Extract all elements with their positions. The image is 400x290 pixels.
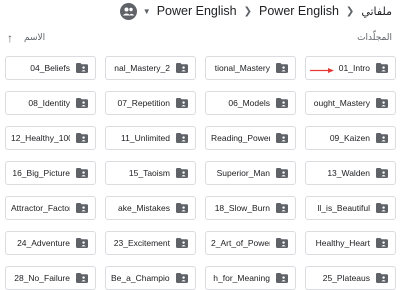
folder-name: 07_Repetition xyxy=(117,98,170,108)
shared-folder-icon xyxy=(376,98,388,108)
folder-name: ll_is_Beautiful xyxy=(317,203,370,213)
shared-folder-icon xyxy=(276,273,288,283)
shared-folder-icon xyxy=(76,168,88,178)
shared-folder-icon xyxy=(376,168,388,178)
breadcrumb: ملفاتي ❮ Power English ❮ Power English ▼ xyxy=(0,0,400,22)
shared-folder-icon xyxy=(76,133,88,143)
shared-folder-icon xyxy=(276,238,288,248)
shared-folder-icon xyxy=(376,133,388,143)
sort-arrow-icon[interactable]: ↑ xyxy=(7,31,13,45)
folder-name: 12_Healthy_100 xyxy=(11,133,70,143)
shared-folder-icon xyxy=(76,238,88,248)
folders-section-header: ↑ الاسم المجلّدات xyxy=(0,28,400,48)
folder-card[interactable]: 16_Big_Picture xyxy=(5,161,96,185)
folder-card[interactable]: 01_Intro xyxy=(305,56,396,80)
shared-folder-icon xyxy=(76,203,88,213)
folder-name: 04_Beliefs xyxy=(30,63,70,73)
breadcrumb-item-parent[interactable]: Power English xyxy=(257,4,341,18)
shared-folder-icon xyxy=(76,63,88,73)
folder-grid: 04_Beliefs nal_Mastery_2 tional_Mastery 01_… xyxy=(5,56,397,290)
folder-name: nal_Mastery_2 xyxy=(114,63,170,73)
folder-name: 2_Art_of_Power xyxy=(211,238,270,248)
folder-name: 09_Kaizen xyxy=(329,133,370,143)
shared-folder-icon xyxy=(276,98,288,108)
folder-name: 13_Walden xyxy=(327,168,370,178)
folder-name: 15_Taoism xyxy=(128,168,170,178)
folder-card[interactable]: 25_Plateaus xyxy=(305,266,396,290)
shared-folder-icon xyxy=(176,98,188,108)
folder-name: ake_Mistakes xyxy=(118,203,170,213)
shared-folder-icon xyxy=(176,238,188,248)
folder-card[interactable]: 08_Identity xyxy=(5,91,96,115)
folder-name: 18_Slow_Burn xyxy=(214,203,270,213)
shared-folder-icon xyxy=(176,133,188,143)
folder-name: 24_Adventure xyxy=(17,238,70,248)
folder-card[interactable]: 09_Kaizen xyxy=(305,126,396,150)
folder-name: 08_Identity xyxy=(28,98,70,108)
dropdown-caret-icon[interactable]: ▼ xyxy=(141,7,155,16)
shared-folder-icon xyxy=(176,63,188,73)
shared-folder-icon xyxy=(376,203,388,213)
folder-name: 11_Unlimited xyxy=(121,133,170,143)
folder-name: h_for_Meaning xyxy=(213,273,270,283)
folders-section-title: المجلّدات xyxy=(357,32,392,42)
folder-card[interactable]: tional_Mastery xyxy=(205,56,296,80)
sort-by-name[interactable]: الاسم xyxy=(24,32,45,43)
folder-card[interactable]: Reading_Power xyxy=(205,126,296,150)
folder-card[interactable]: Attractor_Factor xyxy=(5,196,96,220)
folder-card[interactable]: ake_Mistakes xyxy=(105,196,196,220)
shared-folder-icon xyxy=(176,203,188,213)
folder-card[interactable]: Superior_Man xyxy=(205,161,296,185)
shared-folder-icon xyxy=(276,133,288,143)
breadcrumb-item-current[interactable]: Power English xyxy=(155,4,239,18)
breadcrumb-my-drive[interactable]: ملفاتي xyxy=(359,5,394,18)
folder-card[interactable]: h_for_Meaning xyxy=(205,266,296,290)
folder-name: Be_a_Champion xyxy=(111,273,170,283)
folder-card[interactable]: 11_Unlimited xyxy=(105,126,196,150)
shared-folder-icon xyxy=(276,168,288,178)
folder-card[interactable]: 07_Repetition xyxy=(105,91,196,115)
shared-folder-icon xyxy=(376,273,388,283)
chevron-left-icon: ❮ xyxy=(345,5,355,17)
folder-name: ought_Mastery xyxy=(313,98,370,108)
folder-card[interactable]: ll_is_Beautiful xyxy=(305,196,396,220)
folder-card[interactable]: 06_Models xyxy=(205,91,296,115)
folder-card[interactable]: 04_Beliefs xyxy=(5,56,96,80)
folder-card[interactable]: 18_Slow_Burn xyxy=(205,196,296,220)
annotation-arrow-icon xyxy=(310,68,334,73)
folder-card[interactable]: Be_a_Champion xyxy=(105,266,196,290)
folder-name: 06_Models xyxy=(228,98,270,108)
shared-folder-icon xyxy=(76,273,88,283)
folder-card[interactable]: Healthy_Heart xyxy=(305,231,396,255)
folder-name: 28_No_Failure xyxy=(14,273,70,283)
shared-folder-icon xyxy=(176,273,188,283)
shared-folder-icon xyxy=(76,98,88,108)
folder-name: Attractor_Factor xyxy=(11,203,70,213)
folder-card[interactable]: 23_Excitement xyxy=(105,231,196,255)
folder-name: Reading_Power xyxy=(211,133,270,143)
folder-name: Healthy_Heart xyxy=(315,238,370,248)
folder-name: 25_Plateaus xyxy=(322,273,370,283)
folder-card[interactable]: 28_No_Failure xyxy=(5,266,96,290)
chevron-left-icon: ❮ xyxy=(243,5,253,17)
shared-folder-icon xyxy=(376,238,388,248)
folder-card[interactable]: 15_Taoism xyxy=(105,161,196,185)
folder-name: Superior_Man xyxy=(216,168,270,178)
shared-folder-icon xyxy=(276,63,288,73)
shared-folder-icon xyxy=(176,168,188,178)
shared-people-icon[interactable] xyxy=(119,2,137,20)
folder-card[interactable]: ought_Mastery xyxy=(305,91,396,115)
folder-name: tional_Mastery xyxy=(214,63,270,73)
folder-card[interactable]: nal_Mastery_2 xyxy=(105,56,196,80)
folder-card[interactable]: 24_Adventure xyxy=(5,231,96,255)
folder-card[interactable]: 12_Healthy_100 xyxy=(5,126,96,150)
shared-folder-icon xyxy=(276,203,288,213)
folder-card[interactable]: 13_Walden xyxy=(305,161,396,185)
folder-name: 16_Big_Picture xyxy=(12,168,70,178)
folder-name: 23_Excitement xyxy=(113,238,170,248)
shared-folder-icon xyxy=(376,63,388,73)
folder-card[interactable]: 2_Art_of_Power xyxy=(205,231,296,255)
